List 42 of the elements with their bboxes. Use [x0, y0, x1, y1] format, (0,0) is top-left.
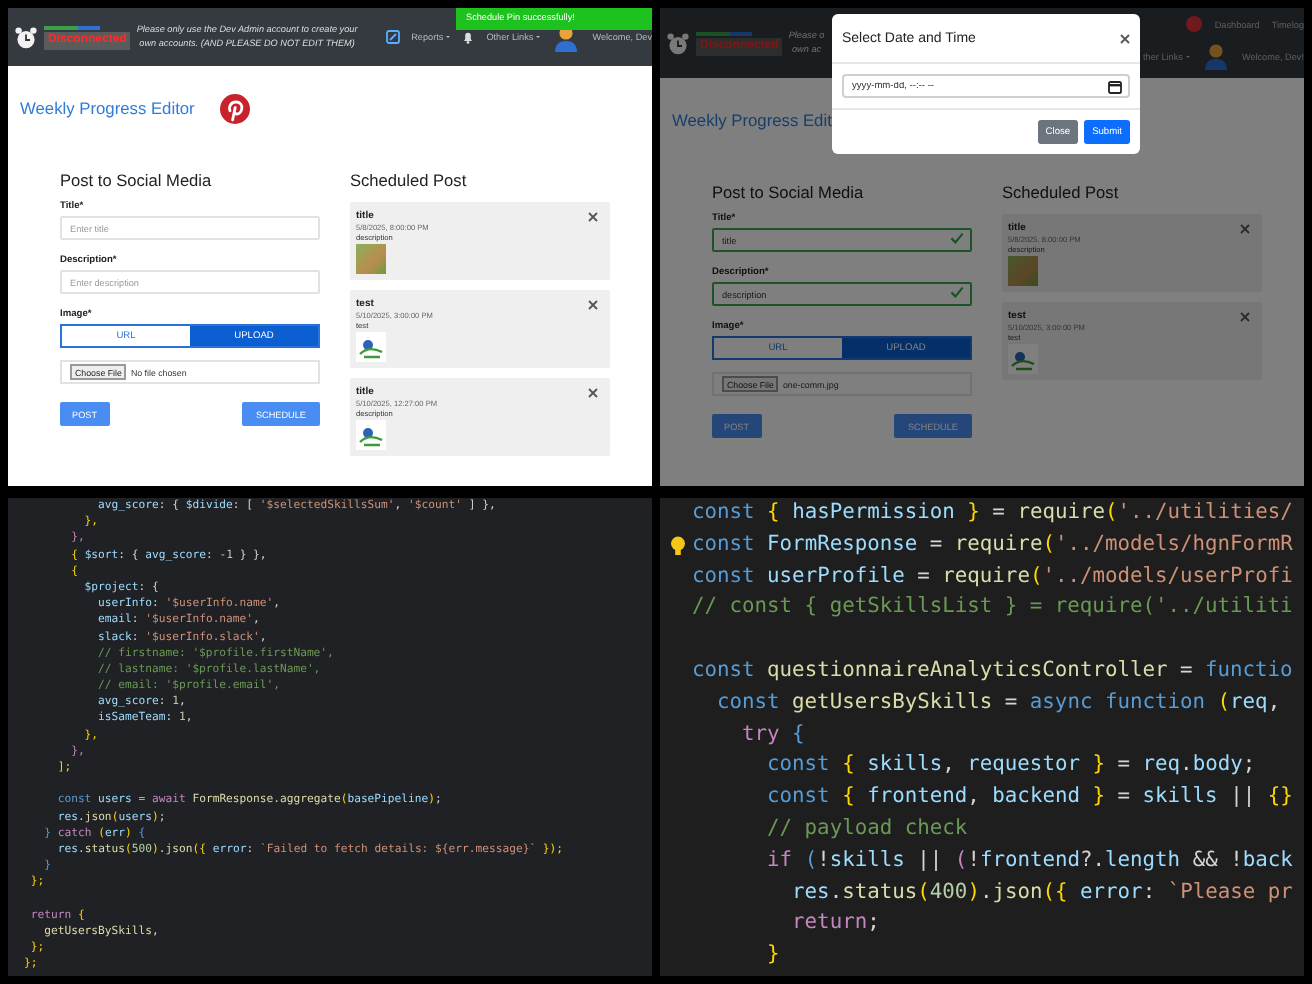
code-line: try { — [740, 719, 805, 750]
close-icon[interactable] — [1240, 312, 1250, 322]
code-line: // const { getSkillsList } = require('../utiliti — [692, 592, 1293, 623]
close-icon[interactable] — [588, 212, 598, 222]
code-line: } — [765, 940, 780, 971]
notification-dot-icon — [1186, 16, 1203, 32]
form-heading: Post to Social Media — [60, 170, 214, 190]
edit-icon[interactable] — [385, 30, 400, 44]
code-line: // payload check — [765, 813, 968, 844]
logo-thumbnail — [356, 332, 386, 362]
close-icon[interactable] — [1120, 33, 1130, 43]
user-avatar-icon — [1201, 42, 1230, 70]
code-line: return; — [790, 908, 880, 939]
lightbulb-icon — [670, 536, 686, 556]
alarm-clock-icon — [666, 31, 690, 55]
form-heading: Post to Social Media — [712, 182, 866, 202]
code-line: const { frontend, backend } = skills || {} — [765, 782, 1293, 813]
page-title: Weekly Progress Edit — [672, 110, 832, 130]
code-line: const userProfile = require('../models/userProfi — [692, 561, 1293, 592]
logo-thumbnail — [1008, 344, 1038, 374]
bell-icon[interactable] — [462, 30, 475, 44]
photo-placeholder — [1008, 256, 1038, 286]
code-line: const FormResponse = require('../models/hgnFormR — [692, 529, 1293, 560]
pinterest-logo-icon — [220, 93, 251, 123]
code-line: const { skills, requestor } = req.body; — [765, 750, 1256, 781]
check-icon — [950, 232, 964, 244]
section-heading: Scheduled Post — [1002, 182, 1121, 202]
photo-placeholder — [356, 244, 386, 274]
calendar-icon — [1108, 79, 1122, 93]
close-icon[interactable] — [588, 388, 598, 398]
code-line: res.status(400).json({ error: `Please pr — [790, 877, 1293, 908]
logo-thumbnail — [356, 420, 386, 450]
code-line: const questionnaireAnalyticsController = functio — [692, 655, 1293, 686]
section-heading: Scheduled Post — [350, 170, 469, 190]
code-line: if (!skills || (!frontend?.length && !back — [765, 845, 1293, 876]
code-line: const { hasPermission } = require('../utilities/ — [692, 498, 1293, 528]
check-icon — [950, 286, 964, 298]
page-title: Weekly Progress Editor — [20, 98, 195, 118]
close-icon[interactable] — [588, 300, 598, 310]
code-line: const getUsersBySkills = async function (req, — [715, 687, 1281, 718]
close-icon[interactable] — [1240, 224, 1250, 234]
alarm-clock-icon — [14, 25, 38, 49]
